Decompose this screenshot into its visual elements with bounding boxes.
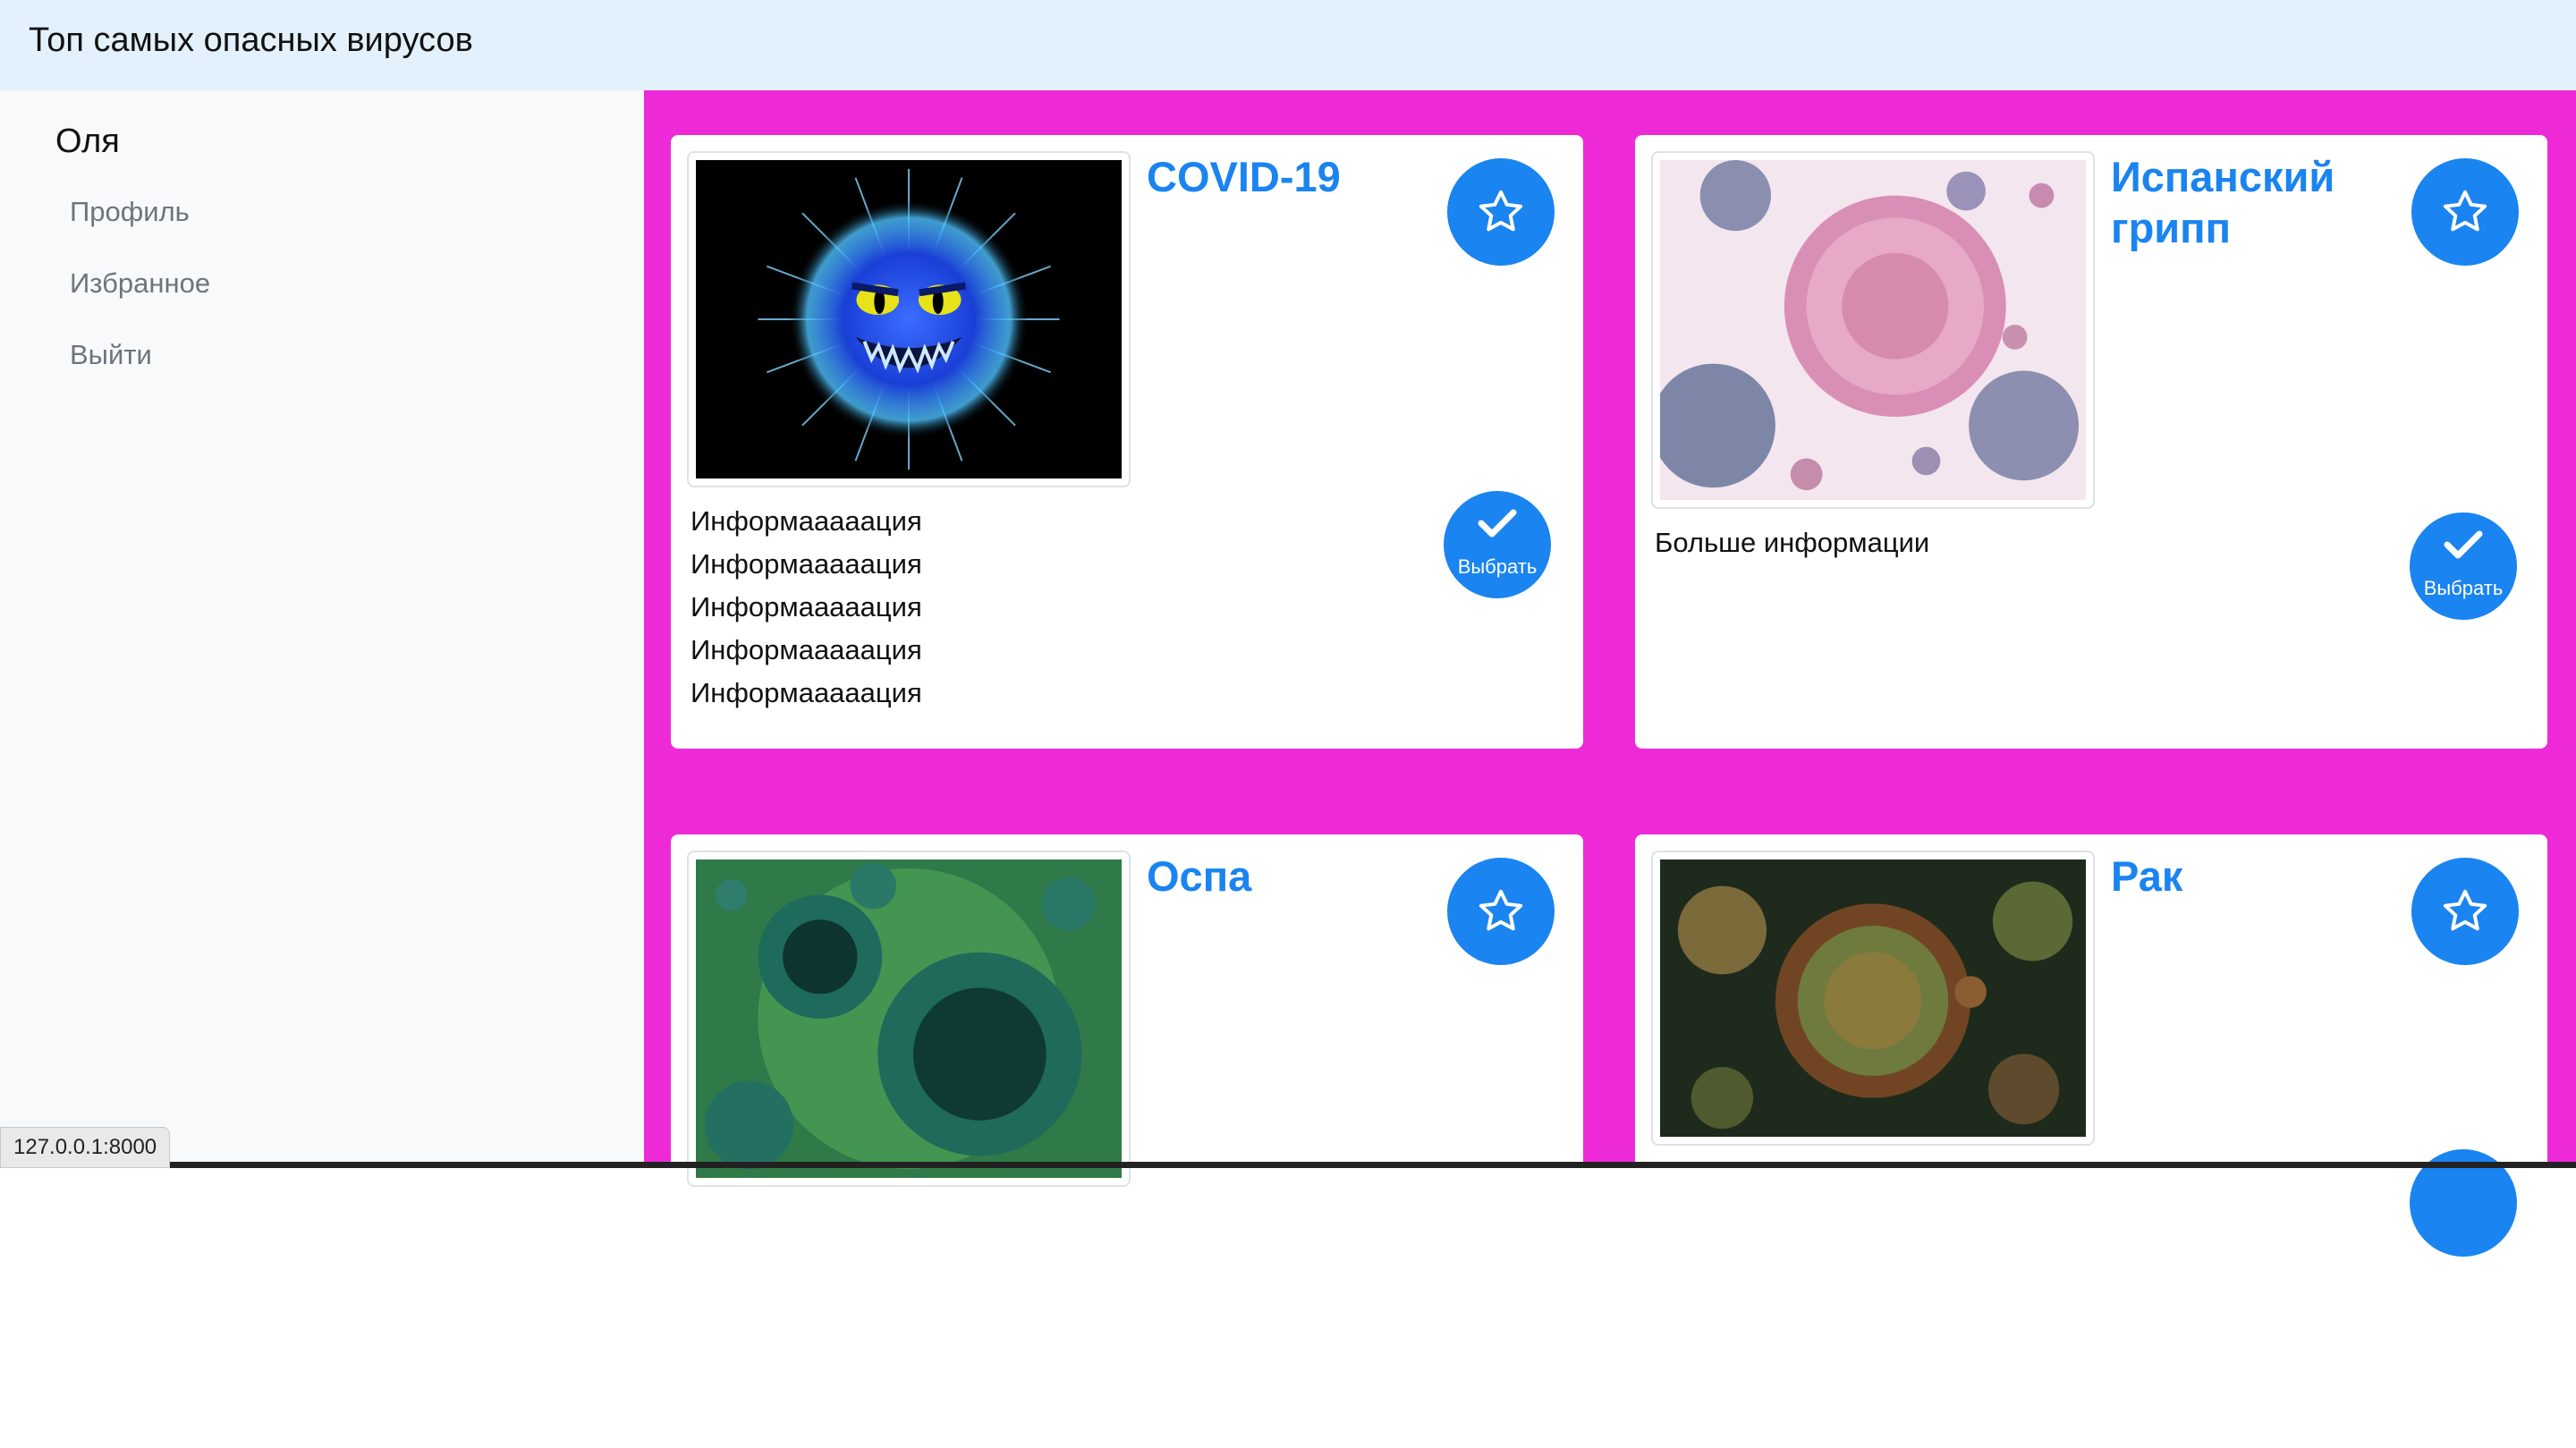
link-status-tooltip: 127.0.0.1:8000 [0,1127,171,1168]
covid-monster-image [696,160,1122,478]
virus-card: Испанский грипп Выбрать Больше информаци… [1635,135,2547,749]
sidebar-link-favorites[interactable]: Избранное [70,267,210,300]
favorite-button[interactable] [2411,858,2519,965]
virus-title[interactable]: Испанский грипп [2111,151,2397,253]
main-content: COVID-19 Выбрать Информааааация Информаа… [644,90,2576,1448]
virus-image-frame [687,851,1131,1187]
star-icon [1479,889,1523,931]
virus-title[interactable]: Оспа [1147,851,1433,902]
select-button-label: Выбрать [1457,555,1538,578]
virus-image-frame [1651,151,2095,509]
virus-image-frame [687,151,1131,487]
cancer-virus-image [1660,859,2086,1137]
sidebar-user-name: Оля [55,123,120,160]
virus-card: Рак [1635,834,2547,1448]
select-button[interactable]: Выбрать [2410,512,2517,620]
flu-virus-image [1651,160,2086,500]
checkmark-icon [2444,530,2483,559]
virus-image-frame [1651,851,2095,1146]
virus-info: Больше информации [1655,527,1930,558]
virus-card: COVID-19 Выбрать Информааааация Информаа… [671,135,1583,749]
star-icon [2443,190,2487,232]
star-icon [1479,190,1523,232]
select-button[interactable]: Выбрать [1444,491,1551,598]
virus-title[interactable]: Рак [2111,851,2397,902]
sidebar: Оля Профиль Избранное Выйти [0,90,644,1168]
select-button-label: Выбрать [2423,577,2504,599]
star-icon [2443,889,2487,931]
favorite-button[interactable] [1447,158,1555,266]
virus-title[interactable]: COVID-19 [1147,151,1433,202]
sidebar-link-logout[interactable]: Выйти [70,339,152,371]
virus-card: Оспа [671,834,1583,1448]
top-navbar: Топ самых опасных вирусов [0,0,2576,90]
favorite-button[interactable] [2411,158,2519,266]
virus-info: Информааааация Информааааация Информаааа… [691,505,922,708]
sidebar-link-profile[interactable]: Профиль [70,196,190,228]
favorite-button[interactable] [1447,858,1555,965]
window-bottom-border [0,1162,2576,1168]
smallpox-virus-image [696,859,1122,1178]
checkmark-icon [1478,509,1517,538]
navbar-brand[interactable]: Топ самых опасных вирусов [29,21,473,60]
